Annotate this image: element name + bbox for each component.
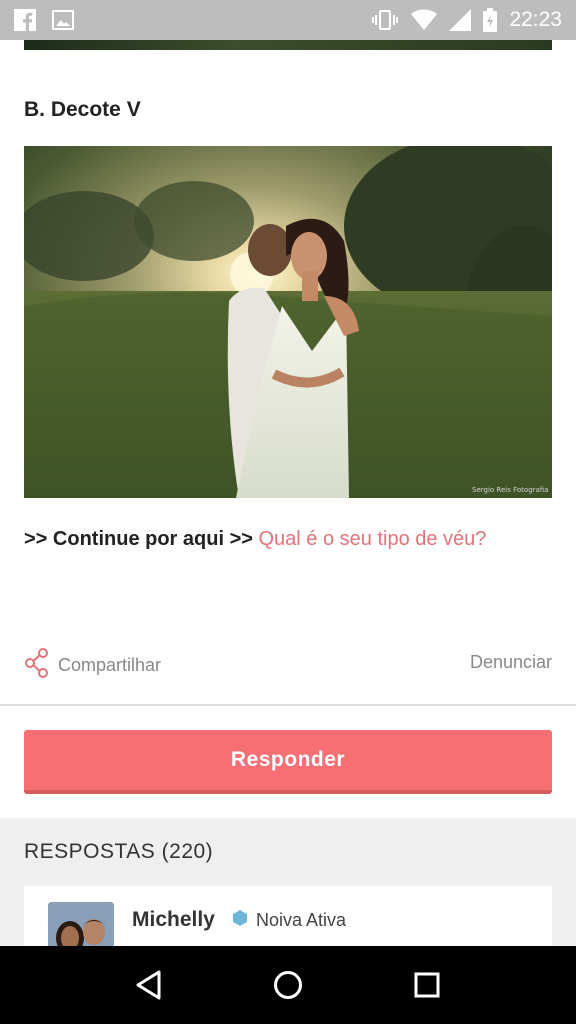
status-bar: 22:23 [0,0,576,40]
badge-label: Noiva Ativa [256,910,347,930]
status-badge: Noiva Ativa [232,910,346,931]
svg-text:Sergio Reis Fotografia: Sergio Reis Fotografia [472,486,548,494]
facebook-icon [14,9,36,31]
status-time: 22:23 [509,8,562,31]
previous-photo-bottom [24,40,552,50]
home-icon[interactable] [258,955,318,1015]
battery-icon [483,8,498,32]
answer-card[interactable]: Michelly Noiva Ativa [24,886,552,946]
image-icon [52,10,74,30]
continue-line: >> Continue por aqui >> Qual é o seu tip… [24,528,486,551]
answer-author-name[interactable]: Michelly [132,908,215,932]
divider [0,704,576,706]
veil-type-link[interactable]: Qual é o seu tipo de véu? [258,528,486,550]
hexagon-icon [232,910,248,931]
continue-prefix: >> Continue por aqui >> [24,528,259,550]
share-label: Compartilhar [58,655,162,675]
vibrate-icon [371,9,399,31]
avatar[interactable] [48,902,114,946]
answers-section: RESPOSTAS (220) Michelly Noiva Ativa [0,818,576,946]
respond-button[interactable]: Responder [24,730,552,794]
recents-icon[interactable] [397,955,457,1015]
signal-icon [449,9,472,31]
navigation-bar [0,946,576,1024]
wifi-icon [411,9,438,31]
wedding-photo[interactable]: Sergio Reis Fotografia [24,146,552,498]
answers-title: RESPOSTAS (220) [24,840,214,863]
share-button[interactable]: Compartilhar [24,648,161,683]
post-content[interactable]: B. Decote V Sergio Reis Fotografia >> Co… [0,40,576,946]
section-title: B. Decote V [24,98,141,121]
report-link[interactable]: Denunciar [470,652,552,673]
share-icon [24,648,50,683]
back-icon[interactable] [119,955,179,1015]
